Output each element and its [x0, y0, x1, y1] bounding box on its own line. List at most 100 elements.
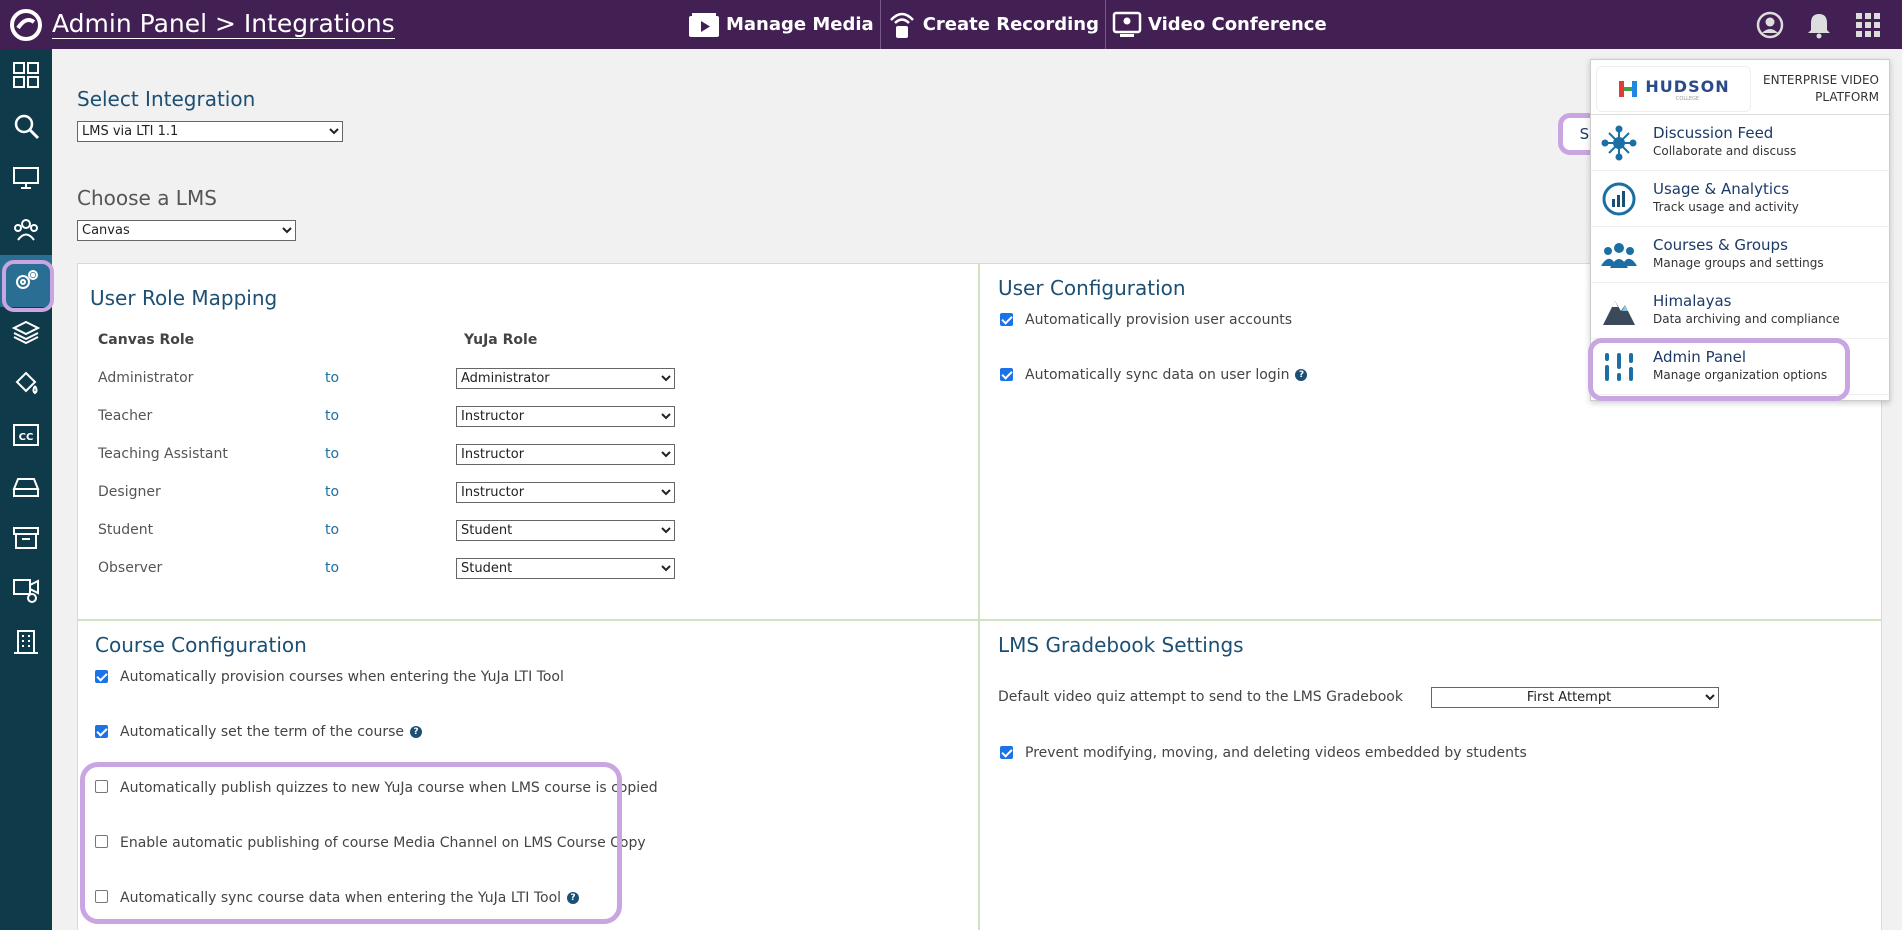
logo-swirl-icon	[10, 8, 42, 41]
provision-courses-label: Automatically provision courses when ent…	[120, 669, 564, 685]
menu-item-courses-groups[interactable]: Courses & Groups Manage groups and setti…	[1591, 227, 1889, 283]
gradebook-title: LMS Gradebook Settings	[998, 633, 1244, 657]
role-row-to: to	[325, 370, 340, 386]
nav-video-conference-label: Video Conference	[1147, 14, 1327, 35]
set-term-label: Automatically set the term of the course	[120, 724, 405, 740]
provision-users-checkbox[interactable]	[1000, 313, 1013, 326]
col-yuja-role: YuJa Role	[464, 332, 538, 348]
nav-create-recording[interactable]: Create Recording	[879, 0, 1105, 49]
sidebar-item-monitor[interactable]	[0, 152, 52, 204]
menu-item-title: Usage & Analytics	[1653, 180, 1790, 198]
menu-item-title: Courses & Groups	[1653, 236, 1788, 254]
course-options-highlight	[80, 762, 622, 924]
role-row-to: to	[325, 522, 340, 538]
role-select-designer[interactable]: Instructor	[456, 482, 675, 503]
sidebar-item-admin-settings[interactable]	[0, 255, 54, 312]
sidebar-item-layers[interactable]	[0, 307, 52, 359]
nav-video-conference[interactable]: Video Conference	[1104, 0, 1333, 49]
role-row-to: to	[325, 446, 340, 462]
menu-item-title: Discussion Feed	[1653, 124, 1774, 142]
media-play-icon	[689, 12, 719, 37]
sidebar-item-dashboard[interactable]	[0, 49, 52, 101]
menu-item-usage-analytics[interactable]: Usage & Analytics Track usage and activi…	[1591, 171, 1889, 227]
left-sidebar: CC	[0, 49, 54, 930]
menu-item-discussion-feed[interactable]: Discussion Feed Collaborate and discuss	[1591, 115, 1889, 171]
choose-lms-label: Choose a LMS	[77, 186, 217, 210]
sidebar-item-organization[interactable]	[0, 616, 52, 668]
brand-header: HUDSON COLLEGE ENTERPRISE VIDEO PLATFORM	[1591, 60, 1889, 115]
admin-panel-highlight	[1588, 338, 1850, 401]
lms-gradebook-panel: LMS Gradebook Settings Default video qui…	[979, 620, 1882, 930]
menu-item-subtitle: Data archiving and compliance	[1653, 312, 1840, 326]
yuja-logo[interactable]	[0, 0, 52, 49]
user-config-title: User Configuration	[998, 276, 1186, 300]
col-lms-role: Canvas Role	[98, 332, 195, 348]
set-term-checkbox[interactable]	[95, 725, 108, 738]
role-row-to: to	[325, 484, 340, 500]
video-camera-icon	[13, 578, 39, 603]
menu-item-himalayas[interactable]: Himalayas Data archiving and compliance	[1591, 283, 1889, 339]
user-profile-icon[interactable]	[1756, 11, 1784, 39]
notification-bell-icon[interactable]	[1806, 11, 1832, 39]
set-term-label-wrap: Automatically set the term of the course…	[120, 724, 423, 740]
sidebar-item-archive[interactable]	[0, 513, 52, 565]
sidebar-item-branding[interactable]	[0, 358, 52, 410]
quiz-attempt-label: Default video quiz attempt to send to th…	[998, 689, 1403, 705]
brand-sub: COLLEGE	[1675, 95, 1700, 102]
lms-select[interactable]: Canvas	[77, 220, 296, 241]
brand-tagline: ENTERPRISE VIDEO PLATFORM	[1763, 73, 1879, 104]
role-select-administrator[interactable]: Administrator	[456, 368, 675, 389]
storage-drive-icon	[12, 477, 40, 497]
role-select-teacher[interactable]: Instructor	[456, 406, 675, 427]
course-config-title: Course Configuration	[95, 633, 307, 657]
hudson-h-icon	[1619, 81, 1638, 97]
page-title: Admin Panel > Integrations	[52, 9, 395, 39]
role-select-teaching-assistant[interactable]: Instructor	[456, 444, 675, 465]
brand-name: HUDSON	[1645, 76, 1730, 96]
role-select-student[interactable]: Student	[456, 520, 675, 541]
nav-manage-media[interactable]: Manage Media	[682, 0, 880, 49]
role-mapping-title: User Role Mapping	[90, 286, 278, 310]
sidebar-item-storage[interactable]	[0, 461, 52, 513]
sidebar-item-groups[interactable]	[0, 204, 52, 256]
role-row-lms: Teacher	[98, 408, 153, 424]
building-icon	[14, 630, 38, 655]
menu-item-subtitle: Collaborate and discuss	[1653, 144, 1797, 158]
menu-item-subtitle: Manage groups and settings	[1653, 256, 1824, 270]
discussion-network-icon	[1601, 125, 1637, 161]
sidebar-item-captions[interactable]: CC	[0, 410, 52, 462]
sidebar-item-search[interactable]	[0, 101, 52, 153]
sidebar-item-video-devices[interactable]	[0, 564, 52, 616]
role-row-lms: Teaching Assistant	[98, 446, 228, 462]
provision-courses-checkbox[interactable]	[95, 670, 108, 683]
menu-item-subtitle: Track usage and activity	[1653, 200, 1799, 214]
quiz-attempt-select[interactable]: First Attempt	[1431, 687, 1719, 708]
prevent-modify-checkbox[interactable]	[1000, 746, 1013, 759]
archive-box-icon	[13, 527, 39, 550]
role-row-to: to	[325, 560, 340, 576]
help-icon[interactable]: ?	[410, 726, 423, 738]
nav-manage-media-label: Manage Media	[726, 14, 874, 35]
monitor-icon	[13, 166, 39, 189]
dashboard-grid-icon	[13, 61, 39, 88]
sync-login-checkbox[interactable]	[1000, 368, 1013, 381]
role-row-lms: Student	[98, 522, 154, 538]
apps-grid-icon[interactable]	[1854, 11, 1882, 39]
role-select-observer[interactable]: Student	[456, 558, 675, 579]
select-integration-label: Select Integration	[77, 87, 256, 111]
integration-select[interactable]: LMS via LTI 1.1	[77, 121, 343, 142]
settings-gears-icon	[16, 269, 38, 289]
help-icon[interactable]: ?	[1295, 369, 1308, 381]
top-bar: Admin Panel > Integrations Manage Media …	[0, 0, 1902, 49]
nav-create-recording-label: Create Recording	[922, 14, 1099, 35]
paint-bucket-icon	[15, 371, 38, 394]
analytics-chart-icon	[1601, 181, 1637, 217]
menu-item-title: Himalayas	[1653, 292, 1732, 310]
role-row-to: to	[325, 408, 340, 424]
sync-login-label-wrap: Automatically sync data on user login?	[1025, 367, 1308, 383]
user-role-mapping-panel: User Role Mapping Canvas Role YuJa Role …	[77, 263, 979, 620]
recording-icon	[889, 12, 914, 38]
hudson-college-logo: HUDSON COLLEGE	[1596, 66, 1751, 112]
people-group-icon	[1601, 237, 1637, 273]
top-nav: Manage Media Create Recording Video Conf…	[682, 0, 1333, 49]
